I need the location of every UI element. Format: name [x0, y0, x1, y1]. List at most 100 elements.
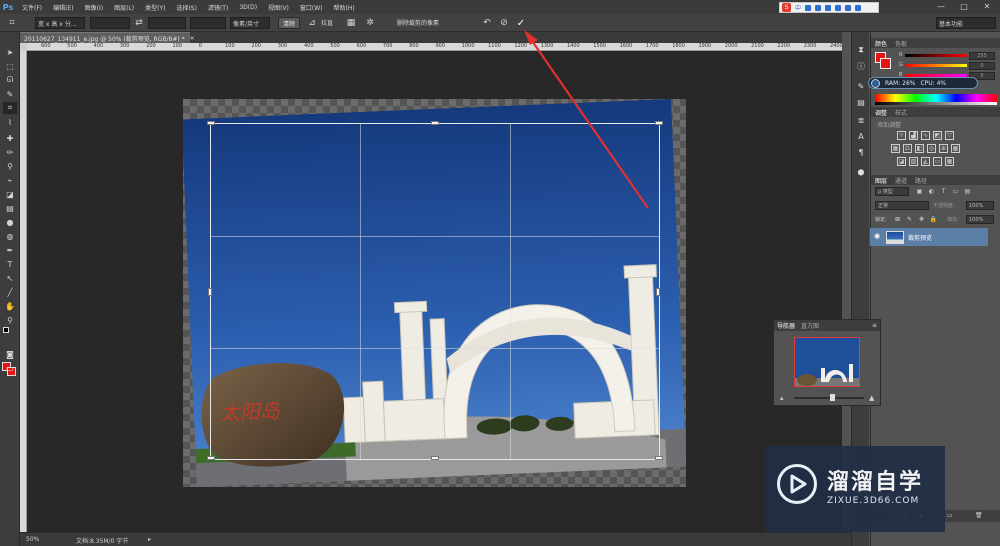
crop-tool-icon[interactable]: ⌗	[3, 102, 17, 114]
eraser-tool-icon[interactable]: ◪	[3, 188, 17, 200]
history-brush-tool-icon[interactable]: ⌁	[3, 174, 17, 186]
menu-file[interactable]: 文件(F)	[22, 3, 42, 12]
hue-icon[interactable]: ▦	[891, 144, 900, 153]
pen-tool-icon[interactable]: ✒	[3, 244, 17, 256]
quick-select-tool-icon[interactable]: ✎	[3, 88, 17, 100]
resolution-field[interactable]	[190, 17, 226, 29]
crop-handle-right[interactable]	[656, 288, 660, 296]
menu-window[interactable]: 窗口(W)	[300, 3, 323, 12]
delete-pixels-label[interactable]: 删除裁剪的像素	[397, 18, 439, 27]
document-tab[interactable]: 20110627_134911_e.jpg @ 50% (裁剪预览, RGB/8…	[20, 32, 195, 43]
vibrance-icon[interactable]: ▽	[945, 131, 954, 140]
menu-help[interactable]: 帮助(H)	[334, 3, 355, 12]
user-icon[interactable]	[835, 4, 842, 11]
line-tool-icon[interactable]: ╱	[3, 286, 17, 298]
brightness-icon[interactable]: ☼	[897, 131, 906, 140]
ruler-corner[interactable]	[20, 43, 27, 51]
close-tab-icon[interactable]: ×	[190, 35, 195, 42]
menu-layer[interactable]: 图层(L)	[114, 3, 134, 12]
vertical-ruler[interactable]	[20, 51, 27, 532]
quick-mask-icon[interactable]: ◙	[3, 348, 17, 360]
posterize-icon[interactable]: ▧	[909, 157, 918, 166]
crop-handle-left[interactable]	[208, 288, 212, 296]
lock-transparent-icon[interactable]: ⊠	[893, 215, 902, 224]
crop-tool-icon[interactable]: ⌗	[6, 17, 18, 29]
tab-color[interactable]: 颜色	[875, 39, 887, 48]
menu-3d[interactable]: 3D(D)	[239, 4, 257, 11]
fill-field[interactable]: 100%	[966, 215, 994, 224]
swap-icon[interactable]: ⇄	[133, 17, 145, 29]
tab-styles[interactable]: 样式	[895, 108, 907, 117]
crop-handle-top-right[interactable]	[655, 121, 663, 125]
tools-icon[interactable]	[855, 4, 862, 11]
overlay-grid-icon[interactable]: ▦	[345, 17, 357, 29]
ratio-select[interactable]: 宽 x 高 x 分...	[35, 17, 85, 29]
lock-position-icon[interactable]: ✥	[917, 215, 926, 224]
filter-type-icon[interactable]: T	[939, 187, 948, 196]
layer-name[interactable]: 裁剪预览	[908, 233, 932, 242]
lock-pixels-icon[interactable]: ✎	[905, 215, 914, 224]
cancel-crop-icon[interactable]: ⊘	[498, 17, 510, 29]
filter-smart-icon[interactable]: ▤	[963, 187, 972, 196]
delete-layer-icon[interactable]: 🗑	[975, 512, 983, 519]
dodge-tool-icon[interactable]: ◍	[3, 230, 17, 242]
zoom-slider-thumb[interactable]	[830, 394, 835, 401]
crop-handle-bottom[interactable]	[431, 456, 439, 460]
3d-icon[interactable]: ⬢	[855, 166, 867, 178]
levels-icon[interactable]: ▟	[909, 131, 918, 140]
zoom-in-icon[interactable]: ▲	[869, 394, 874, 402]
minimize-button[interactable]: —	[930, 1, 952, 12]
photo-filter-icon[interactable]: ◎	[927, 144, 936, 153]
brush-tool-icon[interactable]: ✏	[3, 146, 17, 158]
menu-select[interactable]: 选择(S)	[176, 3, 197, 12]
type-tool-icon[interactable]: T	[3, 258, 17, 270]
color-lookup-icon[interactable]: ▦	[951, 144, 960, 153]
clear-button[interactable]: 清除	[278, 17, 300, 29]
color-panel-bg-swatch[interactable]	[880, 58, 891, 69]
settings-gear-icon[interactable]: ✲	[364, 17, 376, 29]
lasso-tool-icon[interactable]: ᘏ	[3, 74, 17, 86]
unit-select[interactable]: 像素/英寸	[230, 17, 270, 29]
workspace-select[interactable]: 基本功能	[936, 17, 996, 29]
brush-presets-icon[interactable]: ✎	[855, 80, 867, 92]
layer-kind-filter[interactable]: ρ 类型	[875, 187, 909, 196]
color-spectrum[interactable]	[875, 94, 997, 102]
character-icon[interactable]: A	[855, 130, 867, 142]
crop-handle-top[interactable]	[431, 121, 439, 125]
grayscale-ramp[interactable]	[875, 102, 997, 105]
r-slider[interactable]	[905, 54, 967, 57]
color-balance-icon[interactable]: ⚖	[903, 144, 912, 153]
tab-histogram[interactable]: 直方图	[801, 321, 819, 330]
move-tool-icon[interactable]: ➤	[3, 46, 17, 58]
gradient-tool-icon[interactable]: ▤	[3, 202, 17, 214]
layer-row[interactable]: ◉ 裁剪预览	[870, 228, 988, 246]
new-group-icon[interactable]: ▭	[947, 512, 953, 519]
layer-comps-icon[interactable]: ≣	[855, 114, 867, 126]
moon-icon[interactable]	[805, 4, 812, 11]
clone-stamp-tool-icon[interactable]: ⚲	[3, 160, 17, 172]
horizontal-ruler[interactable]: 600 500 400 300 200 100 0 100 200 300 400 500 600 700…	[27, 43, 842, 51]
crop-handle-top-left[interactable]	[207, 121, 215, 125]
paragraph-icon[interactable]: ¶	[855, 146, 867, 158]
zoom-level[interactable]: 50%	[26, 536, 39, 543]
tool-presets-icon[interactable]: ▤	[855, 96, 867, 108]
channel-mixer-icon[interactable]: ⊕	[939, 144, 948, 153]
history-icon[interactable]: ⧗	[855, 44, 867, 56]
zoom-slider[interactable]	[794, 397, 864, 399]
commit-crop-icon[interactable]: ✓	[515, 17, 527, 29]
selective-color-icon[interactable]: ▦	[945, 157, 954, 166]
exposure-icon[interactable]: ◩	[933, 131, 942, 140]
close-button[interactable]: ✕	[976, 1, 998, 12]
crop-handle-bottom-left[interactable]	[207, 456, 215, 460]
tab-swatches[interactable]: 色板	[895, 39, 907, 48]
crop-handle-bottom-right[interactable]	[655, 456, 663, 460]
reset-undo-icon[interactable]: ↶	[481, 17, 493, 29]
g-value[interactable]: 0	[969, 62, 995, 70]
filter-shape-icon[interactable]: ▭	[951, 187, 960, 196]
maximize-button[interactable]: □	[953, 1, 975, 12]
opacity-field[interactable]: 100%	[966, 201, 994, 210]
curves-icon[interactable]: ∿	[921, 131, 930, 140]
menu-filter[interactable]: 滤镜(T)	[208, 3, 228, 12]
blend-mode-select[interactable]: 正常	[875, 201, 929, 210]
layer-visibility-eye-icon[interactable]: ◉	[874, 232, 880, 240]
